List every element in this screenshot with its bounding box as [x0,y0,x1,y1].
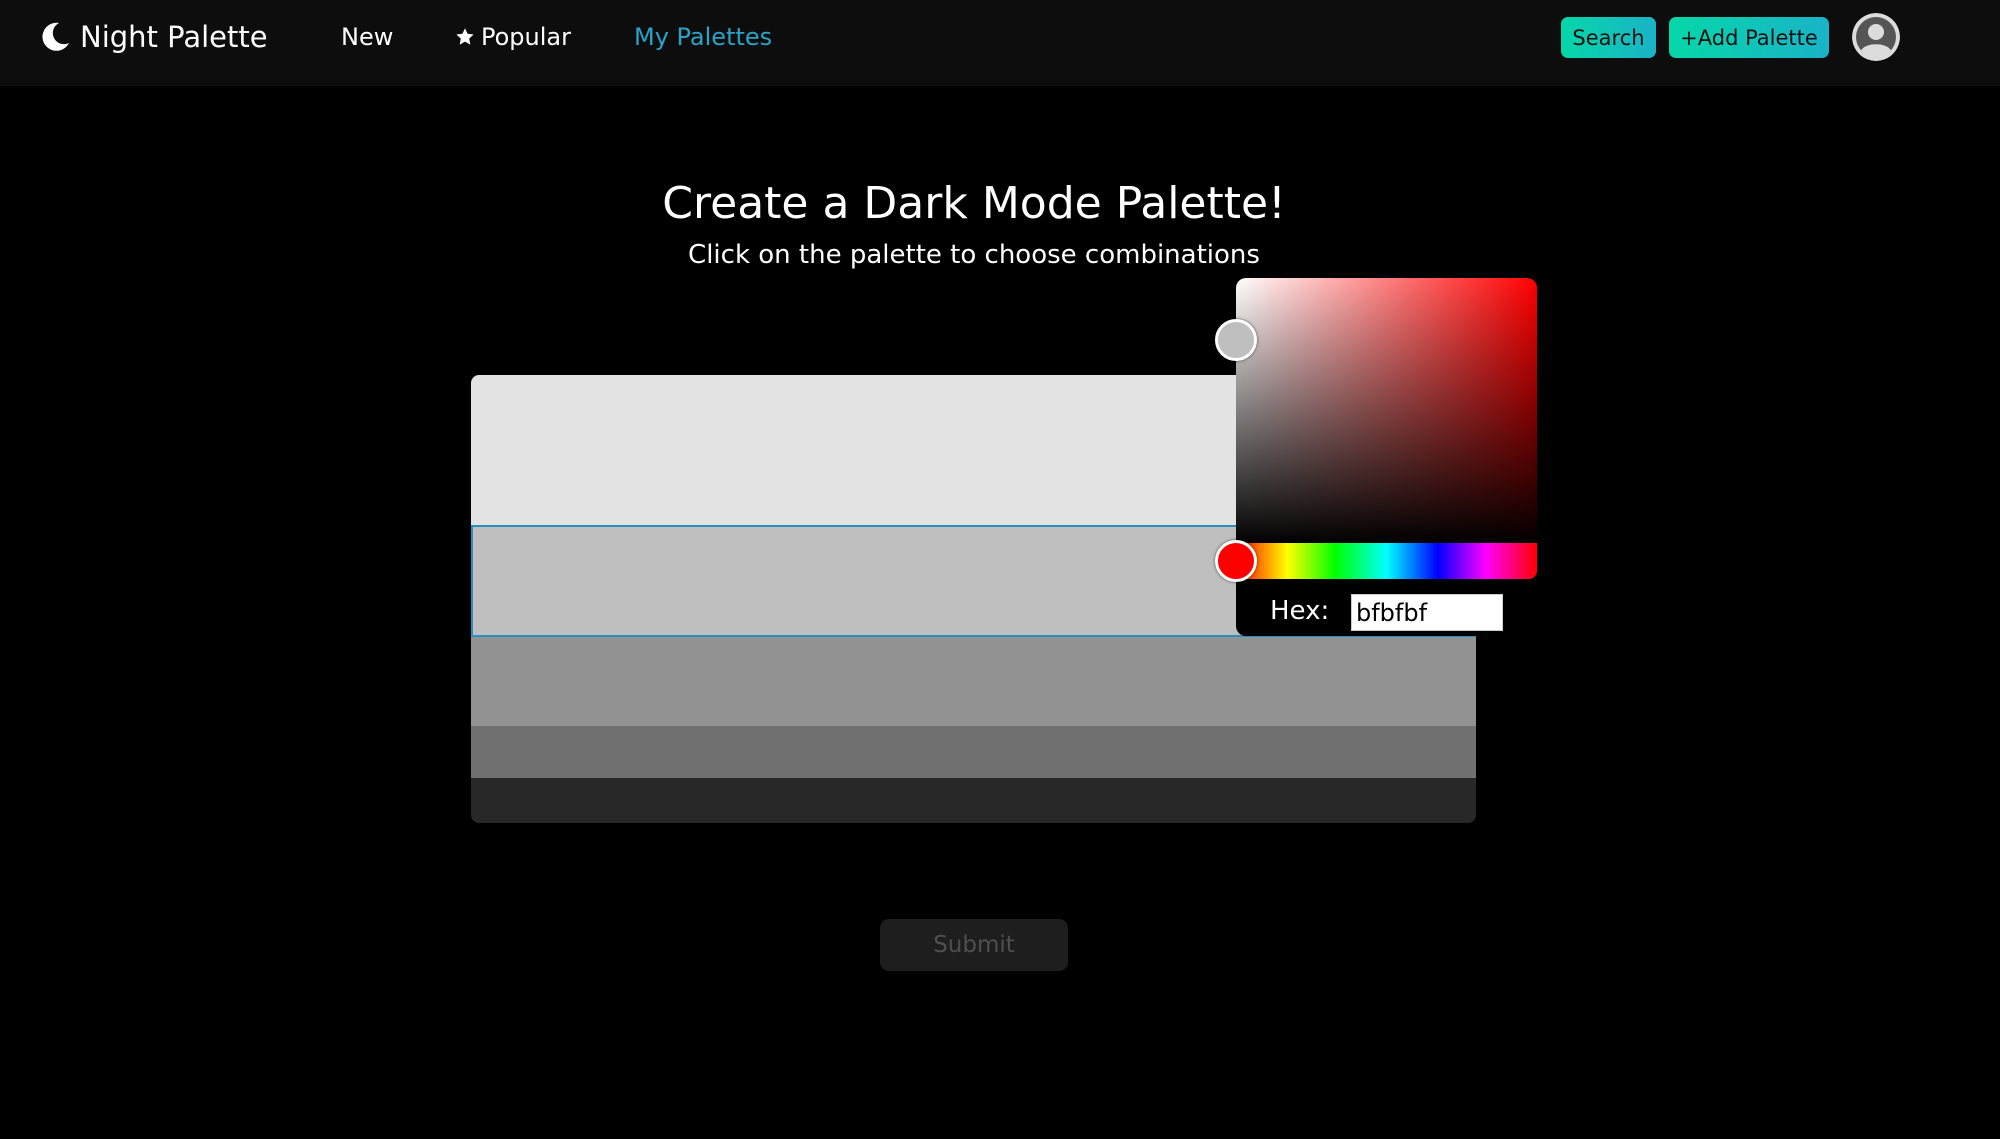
search-button[interactable]: Search [1561,17,1656,58]
color-picker-popover [1236,278,1537,636]
star-icon [456,28,474,45]
nav-link-new[interactable]: New [341,20,393,54]
hex-label: Hex: [1270,596,1330,626]
nav-link-popular[interactable]: Popular [455,20,571,54]
saturation-handle[interactable] [1215,319,1257,361]
nav-link-popular-label: Popular [481,23,571,51]
hex-input[interactable] [1351,594,1503,631]
add-palette-button[interactable]: +Add Palette [1669,17,1829,58]
page-subtitle: Click on the palette to choose combinati… [688,240,1260,270]
brand-name: Night Palette [80,20,268,54]
page-title: Create a Dark Mode Palette! [662,178,1286,229]
user-avatar-icon[interactable] [1852,13,1900,61]
moon-icon [42,22,69,51]
palette-swatch-5[interactable] [471,778,1476,823]
submit-button[interactable]: Submit [880,919,1068,971]
brand-logo[interactable]: Night Palette [38,16,268,58]
hue-slider-handle[interactable] [1215,540,1257,582]
saturation-value-area[interactable] [1236,278,1537,544]
palette-swatch-3[interactable] [471,637,1476,726]
palette-swatch-4[interactable] [471,726,1476,778]
hue-slider[interactable] [1236,543,1537,579]
nav-link-my-palettes[interactable]: My Palettes [634,20,772,54]
top-navbar: Night Palette New Popular My Palettes Se… [0,0,2000,86]
